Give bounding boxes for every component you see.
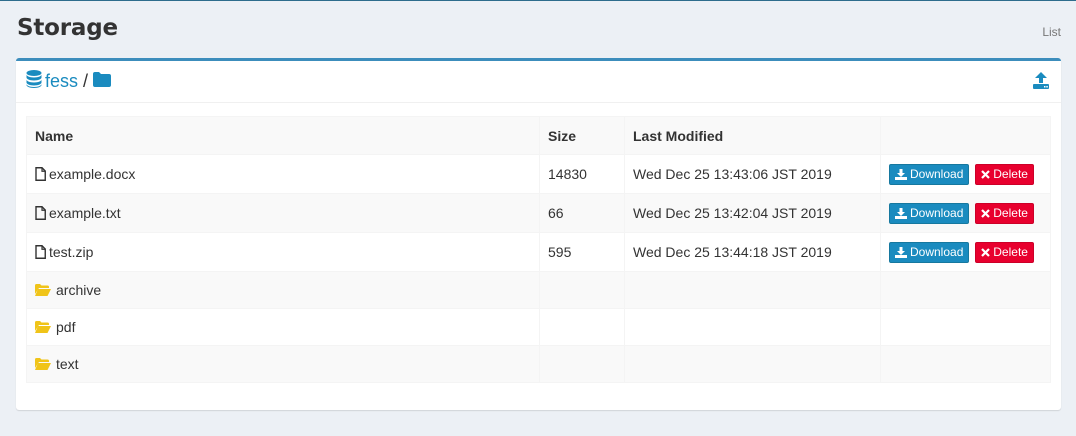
download-button[interactable]: Download xyxy=(889,163,970,185)
path-breadcrumb: fess / xyxy=(26,70,112,93)
file-modified: Wed Dec 25 13:44:18 JST 2019 xyxy=(624,232,881,272)
download-button[interactable]: Download xyxy=(889,241,970,263)
empty-cell xyxy=(539,308,625,346)
column-header-size: Size xyxy=(539,116,625,155)
file-name-cell: example.docx xyxy=(26,154,540,194)
page-header: Storage List xyxy=(17,15,1061,49)
folder-icon[interactable] xyxy=(93,71,112,92)
delete-button[interactable]: Delete xyxy=(975,202,1034,224)
file-actions: Download Delete xyxy=(880,232,1051,272)
empty-cell xyxy=(624,345,881,383)
empty-cell xyxy=(880,308,1051,346)
empty-cell xyxy=(880,345,1051,383)
column-header-name: Name xyxy=(26,116,540,155)
folder-open-icon xyxy=(35,321,51,333)
file-icon xyxy=(35,206,46,220)
table-header-row: Name Size Last Modified xyxy=(26,116,1051,155)
page-title: Storage xyxy=(17,15,118,41)
file-actions: Download Delete xyxy=(880,154,1051,194)
file-name-cell: example.txt xyxy=(26,193,540,233)
download-label: Download xyxy=(910,167,964,181)
folder-open-icon xyxy=(35,284,51,296)
folder-name-cell: archive xyxy=(26,271,540,309)
path-bucket-link[interactable]: fess xyxy=(45,71,78,92)
file-name-link[interactable]: example.txt xyxy=(49,205,121,221)
folder-name-link[interactable]: pdf xyxy=(56,319,75,335)
folder-open-icon xyxy=(35,358,51,370)
delete-label: Delete xyxy=(993,245,1028,259)
empty-cell xyxy=(624,271,881,309)
table-row: example.docx 14830 Wed Dec 25 13:43:06 J… xyxy=(26,154,1051,194)
empty-cell xyxy=(624,308,881,346)
database-icon xyxy=(26,70,42,93)
file-icon xyxy=(35,167,46,181)
folder-name-link[interactable]: text xyxy=(56,356,79,372)
file-icon xyxy=(35,245,46,259)
empty-cell xyxy=(880,271,1051,309)
file-modified: Wed Dec 25 13:43:06 JST 2019 xyxy=(624,154,881,194)
table-row: example.txt 66 Wed Dec 25 13:42:04 JST 2… xyxy=(26,193,1051,233)
column-header-actions xyxy=(880,116,1051,155)
download-icon xyxy=(895,246,907,258)
download-button[interactable]: Download xyxy=(889,202,970,224)
file-table: Name Size Last Modified example.docx 148… xyxy=(26,116,1051,383)
download-icon xyxy=(895,168,907,180)
file-size: 14830 xyxy=(539,154,625,194)
folder-name-link[interactable]: archive xyxy=(56,282,101,298)
file-name-cell: test.zip xyxy=(26,232,540,272)
file-actions: Download Delete xyxy=(880,193,1051,233)
table-row: test.zip 595 Wed Dec 25 13:44:18 JST 201… xyxy=(26,232,1051,272)
upload-icon[interactable] xyxy=(1033,72,1049,89)
close-icon xyxy=(981,208,991,218)
empty-cell xyxy=(539,271,625,309)
storage-box: fess / Name Size Last Modified example.d… xyxy=(16,58,1061,410)
column-header-last-modified: Last Modified xyxy=(624,116,881,155)
table-row: archive xyxy=(26,271,1051,309)
path-separator: / xyxy=(83,71,89,91)
file-size: 66 xyxy=(539,193,625,233)
delete-button[interactable]: Delete xyxy=(975,241,1034,263)
table-row: pdf xyxy=(26,308,1051,346)
download-icon xyxy=(895,207,907,219)
file-size: 595 xyxy=(539,232,625,272)
file-name-link[interactable]: example.docx xyxy=(49,166,135,182)
close-icon xyxy=(981,247,991,257)
file-name-link[interactable]: test.zip xyxy=(49,244,93,260)
breadcrumb: List xyxy=(1042,25,1061,39)
delete-label: Delete xyxy=(993,167,1028,181)
download-label: Download xyxy=(910,206,964,220)
delete-label: Delete xyxy=(993,206,1028,220)
folder-name-cell: pdf xyxy=(26,308,540,346)
file-modified: Wed Dec 25 13:42:04 JST 2019 xyxy=(624,193,881,233)
folder-name-cell: text xyxy=(26,345,540,383)
close-icon xyxy=(981,169,991,179)
box-header: fess / xyxy=(16,61,1061,103)
table-row: text xyxy=(26,345,1051,383)
download-label: Download xyxy=(910,245,964,259)
delete-button[interactable]: Delete xyxy=(975,163,1034,185)
empty-cell xyxy=(539,345,625,383)
